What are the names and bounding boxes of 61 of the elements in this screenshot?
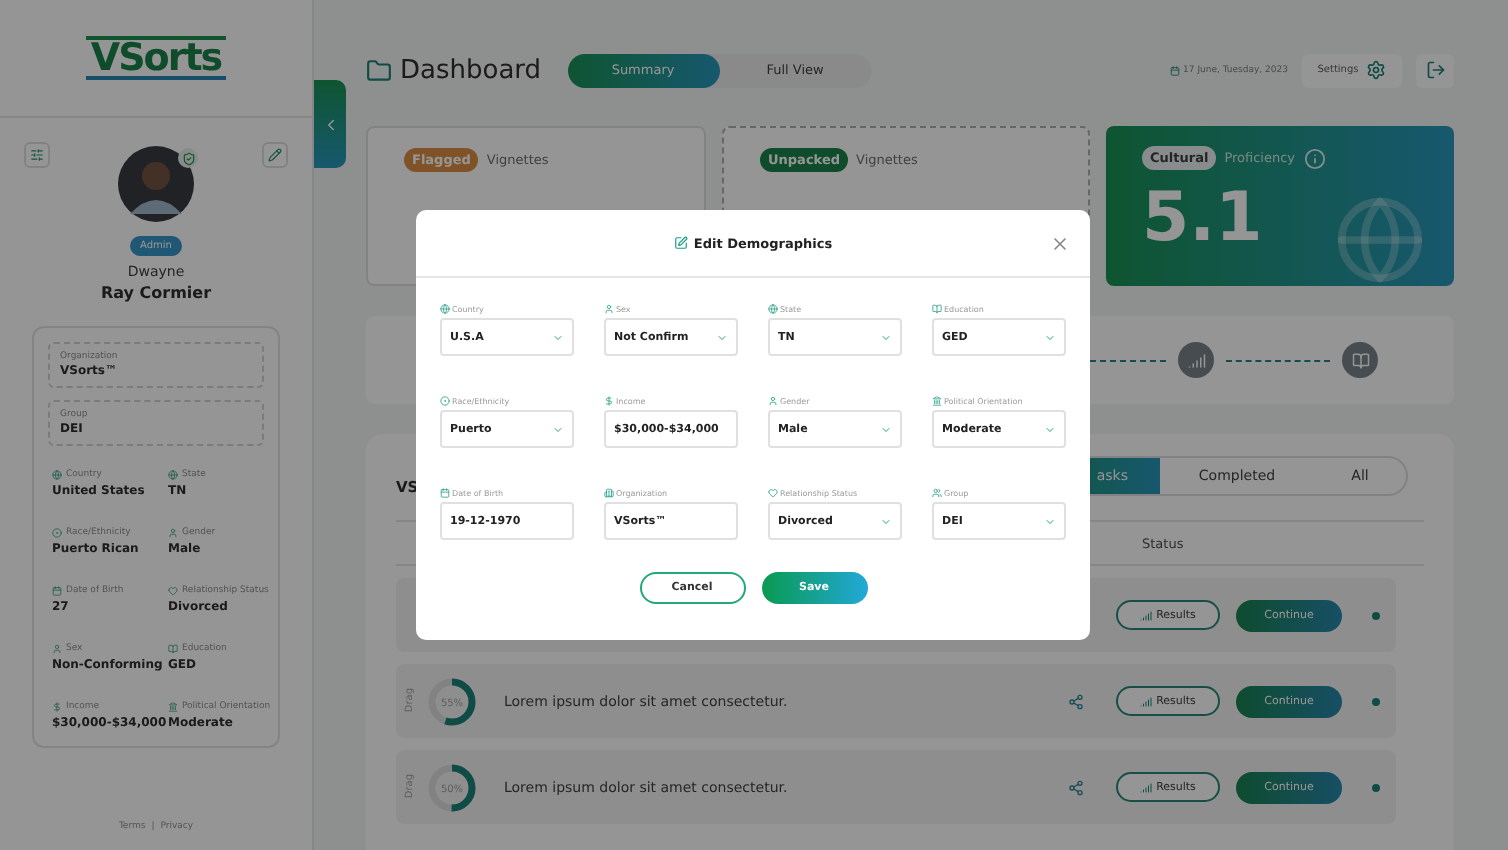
- chevron-down-icon: [552, 331, 564, 343]
- person-icon: [168, 528, 178, 538]
- collapse-button[interactable]: [314, 80, 346, 168]
- globe-icon: [168, 470, 178, 480]
- page-title: Dashboard: [400, 55, 542, 85]
- chevron-down-icon: [1044, 515, 1056, 527]
- building-icon: [168, 702, 178, 712]
- building-icon: [932, 396, 942, 406]
- heart-icon: [768, 488, 778, 498]
- people-icon: [932, 488, 942, 498]
- bar-chart-icon: [1140, 781, 1153, 793]
- book-icon: [932, 304, 942, 314]
- chevron-down-icon: [880, 423, 892, 435]
- close-button[interactable]: [1050, 234, 1070, 254]
- verified-icon: [178, 148, 198, 168]
- sliders-icon: [30, 148, 44, 162]
- edit-button[interactable]: [262, 142, 288, 168]
- last-name: Ray Cormier: [100, 284, 212, 302]
- globe-icon: [440, 304, 450, 314]
- chart-icon: [1178, 342, 1214, 378]
- heart-icon: [168, 586, 178, 596]
- dollar-icon: [604, 396, 614, 406]
- chevron-down-icon: [1044, 331, 1056, 343]
- bar-chart-icon: [1140, 695, 1153, 707]
- chevron-down-icon: [1044, 423, 1056, 435]
- calendar-icon: [52, 586, 62, 596]
- info-icon: [1303, 147, 1326, 169]
- chevron-down-icon: [880, 331, 892, 343]
- logout-icon: [1425, 60, 1445, 80]
- chevron-down-icon: [552, 423, 564, 435]
- book-icon: [1342, 342, 1378, 378]
- edit-icon: [673, 236, 688, 250]
- status-dot: [1372, 611, 1380, 619]
- logout-button[interactable]: [1416, 53, 1454, 87]
- calendar-icon: [440, 488, 450, 498]
- person-icon: [768, 396, 778, 406]
- chevron-down-icon: [880, 515, 892, 527]
- folder-icon: [366, 57, 392, 83]
- dollar-icon: [52, 702, 62, 712]
- chevron-down-icon: [716, 331, 728, 343]
- building-icon: [604, 488, 614, 498]
- globe-icon: [52, 470, 62, 480]
- status-dot: [1372, 697, 1380, 705]
- circle-icon: [440, 396, 450, 406]
- sliders-button[interactable]: [24, 142, 50, 168]
- share-icon[interactable]: [1068, 779, 1084, 795]
- pencil-icon: [268, 148, 282, 162]
- status-dot: [1372, 783, 1380, 791]
- avatar: [118, 146, 194, 222]
- bar-chart-icon: [1140, 609, 1153, 621]
- person-icon: [604, 304, 614, 314]
- close-icon: [1050, 234, 1070, 254]
- share-icon[interactable]: [1068, 693, 1084, 709]
- calendar-icon: [1169, 65, 1180, 75]
- settings-icon: [1366, 60, 1387, 80]
- person-icon: [52, 644, 62, 654]
- logo: VSorts: [86, 36, 226, 80]
- circle-icon: [52, 528, 62, 538]
- score-value: 5.1: [1142, 178, 1263, 258]
- globe-icon: [768, 304, 778, 314]
- book-icon: [168, 644, 178, 654]
